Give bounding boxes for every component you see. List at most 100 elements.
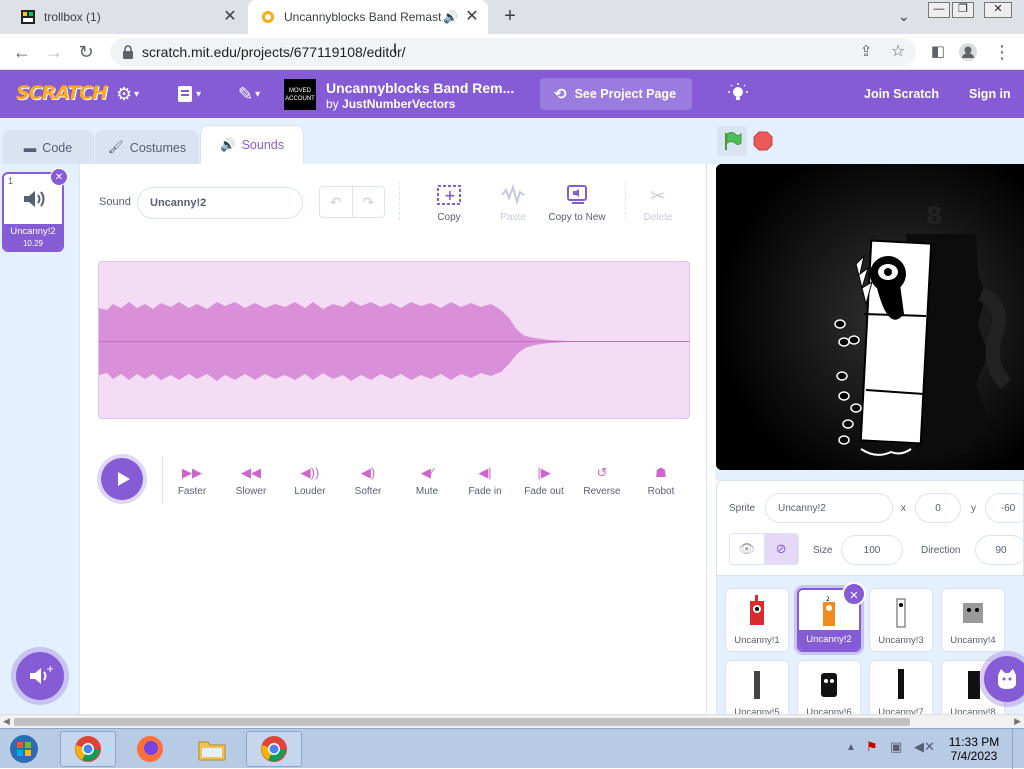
close-tab-icon[interactable]: ✕ <box>222 9 238 25</box>
author-name[interactable]: JustNumberVectors <box>342 97 455 111</box>
sprite-tile[interactable]: Uncanny!1 <box>725 588 789 652</box>
sprite-tile[interactable]: Uncanny!3 <box>869 588 933 652</box>
paste-icon <box>483 183 543 208</box>
size-input[interactable]: 100 <box>841 535 903 565</box>
slower-label: Slower <box>235 486 267 497</box>
page-horizontal-scrollbar[interactable]: ◀ ▶ <box>0 714 1024 728</box>
browser-tab-scratch[interactable]: Uncannyblocks Band Remast 🔊 ✕ <box>248 0 488 34</box>
tray-network-icon[interactable]: ▣ <box>890 739 902 755</box>
close-window-icon[interactable]: ✕ <box>984 2 1012 18</box>
start-button[interactable] <box>4 731 44 767</box>
stop-button[interactable] <box>753 131 773 151</box>
show-desktop-button[interactable] <box>1012 729 1024 769</box>
louder-icon: ◀)) <box>300 465 320 480</box>
address-bar[interactable]: scratch.mit.edu/projects/677119108/edito… <box>110 38 916 66</box>
scrollbar-thumb[interactable] <box>14 718 910 726</box>
scratch-logo[interactable]: SCRATCH <box>16 82 108 104</box>
y-input[interactable]: -60 <box>985 493 1024 523</box>
sprite-name-input[interactable]: Uncanny!2 <box>765 493 893 523</box>
copy-to-new-button[interactable]: Copy to New <box>541 184 613 223</box>
taskbar-explorer[interactable] <box>184 731 240 767</box>
close-tab-icon[interactable]: ✕ <box>464 9 480 25</box>
sign-in-link[interactable]: Sign in <box>969 87 1011 101</box>
profile-avatar-icon[interactable] <box>958 42 978 62</box>
tab-search-chevron-icon[interactable]: ⌄ <box>898 8 910 25</box>
browser-tab-trollbox[interactable]: trollbox (1) ✕ <box>8 0 246 34</box>
undo-redo-group: ↶ ↷ <box>319 186 385 218</box>
choose-sound-button[interactable]: + <box>16 652 64 700</box>
taskbar-firefox[interactable] <box>122 731 178 767</box>
sound-index: 1 <box>8 176 14 186</box>
edit-menu-icon[interactable]: ✎ ▾ <box>238 84 260 104</box>
back-icon[interactable]: ← <box>12 42 32 62</box>
sprite-tile[interactable]: Uncanny!6 <box>797 660 861 714</box>
copy-button[interactable]: + Copy <box>419 184 479 223</box>
effect-slower-button[interactable]: ◀◀ Slower <box>223 464 279 497</box>
effect-fade-in-button[interactable]: ◀| Fade in <box>457 464 513 497</box>
tray-volume-icon[interactable]: ◀✕ <box>914 739 935 755</box>
delete-sound-icon[interactable]: ✕ <box>50 168 68 186</box>
tray-show-hidden-icon[interactable]: ▲ <box>846 742 856 753</box>
tab-costumes[interactable]: 🖌 Costumes <box>95 130 199 164</box>
direction-label: Direction <box>921 545 961 556</box>
green-flag-icon <box>725 132 742 150</box>
delete-sprite-trash-icon[interactable]: ✕ <box>842 582 866 606</box>
green-flag-button[interactable] <box>717 126 747 156</box>
delete-button[interactable]: ✂ Delete <box>628 184 688 223</box>
sound-name-input[interactable]: Uncanny!2 <box>137 187 303 219</box>
sprite-thumbnail <box>798 665 860 703</box>
lock-icon <box>123 45 133 59</box>
effect-robot-button[interactable]: ☗ Robot <box>633 464 689 497</box>
minimize-icon[interactable]: — <box>928 2 950 18</box>
tab-audio-icon[interactable]: 🔊 <box>443 10 458 24</box>
taskbar-chrome-1[interactable] <box>60 731 116 767</box>
hide-eye-icon[interactable]: ⊘ <box>764 534 798 564</box>
x-label: x <box>901 503 906 514</box>
paste-button[interactable]: Paste <box>483 183 543 223</box>
file-menu-icon[interactable]: ▾ <box>176 84 201 104</box>
settings-menu-icon[interactable]: ⚙ ▾ <box>116 84 139 104</box>
effect-louder-button[interactable]: ◀)) Louder <box>282 464 338 497</box>
side-panel-icon[interactable]: ◧ <box>928 42 948 62</box>
sprite-tile-label: Uncanny!6 <box>806 707 852 714</box>
debug-lightbulb-icon[interactable] <box>728 83 748 108</box>
svg-text:2: 2 <box>826 596 830 603</box>
taskbar-chrome-2[interactable] <box>246 731 302 767</box>
softer-icon: ◀) <box>360 465 376 480</box>
redo-icon[interactable]: ↷ <box>353 187 385 217</box>
play-sound-button[interactable] <box>101 458 143 500</box>
direction-input[interactable]: 90 <box>975 535 1024 565</box>
share-icon[interactable]: ⇪ <box>856 42 876 62</box>
tray-flag-icon[interactable]: ⚑ <box>866 739 878 755</box>
show-eye-icon[interactable]: 👁 <box>730 534 765 564</box>
waveform-display[interactable] <box>98 261 690 419</box>
x-input[interactable]: 0 <box>915 493 961 523</box>
forward-icon[interactable]: → <box>44 42 64 62</box>
choose-sprite-button[interactable] <box>984 656 1024 702</box>
effect-mute-button[interactable]: ◀⁄ Mute <box>399 464 455 497</box>
scroll-right-icon[interactable]: ▶ <box>1014 716 1021 727</box>
sprite-tile[interactable]: Uncanny!5 <box>725 660 789 714</box>
stage-canvas[interactable]: 8 <box>716 164 1024 470</box>
effect-fade-out-button[interactable]: |▶ Fade out <box>516 464 572 497</box>
system-clock[interactable]: 11:33 PM 7/4/2023 <box>944 735 1004 763</box>
undo-icon[interactable]: ↶ <box>320 187 353 217</box>
reload-icon[interactable]: ↻ <box>76 42 96 62</box>
sprite-tile[interactable]: Uncanny!7 <box>869 660 933 714</box>
see-project-page-button[interactable]: ⟲ See Project Page <box>540 78 692 110</box>
tab-sounds[interactable]: 🔊 Sounds <box>200 125 304 164</box>
maximize-icon[interactable]: ❐ <box>952 2 974 18</box>
scroll-left-icon[interactable]: ◀ <box>3 716 10 727</box>
louder-label: Louder <box>294 486 326 497</box>
effect-reverse-button[interactable]: ↺ Reverse <box>574 464 630 497</box>
sprite-tile[interactable]: Uncanny!4 <box>941 588 1005 652</box>
sprite-thumbnail <box>870 665 932 703</box>
tab-code[interactable]: ▬ Code <box>2 130 94 164</box>
join-scratch-link[interactable]: Join Scratch <box>864 87 939 101</box>
menu-kebab-icon[interactable]: ⋮ <box>992 42 1012 62</box>
new-tab-button[interactable]: + <box>500 6 520 26</box>
effect-softer-button[interactable]: ◀) Softer <box>340 464 396 497</box>
project-author[interactable]: by JustNumberVectors <box>326 97 455 111</box>
bookmark-star-icon[interactable]: ☆ <box>888 42 908 62</box>
effect-faster-button[interactable]: ▶▶ Faster <box>164 464 220 497</box>
